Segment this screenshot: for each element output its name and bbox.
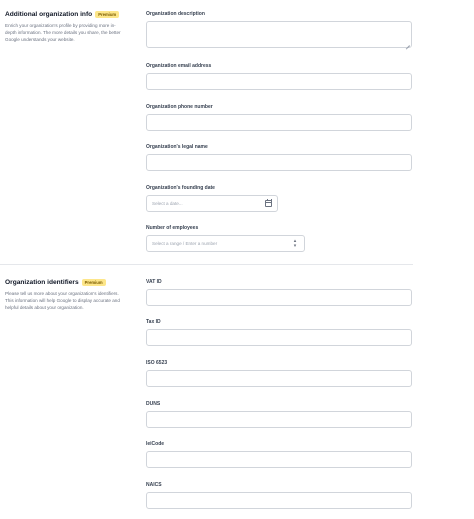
org-description-textarea[interactable]	[146, 21, 412, 48]
org-description-label: Organization description	[146, 11, 205, 17]
employees-placeholder: Select a range / Enter a number	[152, 241, 218, 246]
duns-label: DUNS	[146, 401, 161, 407]
section-description-identifiers: Please tell us more about your organizat…	[5, 291, 120, 310]
founding-date-label: Organization's founding date	[146, 185, 215, 191]
resize-handle-icon[interactable]	[405, 41, 410, 46]
premium-badge: Premium	[95, 11, 120, 18]
founding-date-placeholder: Select a date...	[152, 201, 183, 206]
section-title-text: Additional organization info	[5, 11, 93, 18]
premium-badge: Premium	[81, 279, 106, 286]
vat-id-input[interactable]	[146, 289, 412, 306]
chevron-updown-icon: ▴ ▾	[293, 238, 297, 249]
email-label: Organization email address	[146, 63, 212, 69]
naics-input[interactable]	[146, 492, 412, 509]
duns-input[interactable]	[146, 411, 412, 428]
email-input[interactable]	[146, 73, 412, 90]
legal-name-label: Organization's legal name	[146, 144, 208, 150]
naics-label: NAICS	[146, 482, 162, 488]
tax-id-input[interactable]	[146, 329, 412, 346]
tax-id-label: Tax ID	[146, 319, 161, 325]
iso-6523-label: ISO 6523	[146, 360, 168, 366]
leicode-input[interactable]	[146, 451, 412, 468]
section-divider	[0, 264, 413, 265]
vat-id-label: VAT ID	[146, 279, 162, 285]
section-description-additional-info: Enrich your organization's profile by pr…	[5, 23, 121, 42]
employees-label: Number of employees	[146, 225, 199, 231]
leicode-label: leiCode	[146, 441, 165, 447]
phone-label: Organization phone number	[146, 104, 213, 110]
calendar-icon[interactable]	[265, 199, 272, 207]
legal-name-input[interactable]	[146, 154, 412, 171]
section-title-identifiers: Organization identifiers Premium	[5, 279, 106, 286]
phone-input[interactable]	[146, 114, 412, 131]
section-title-additional-info: Additional organization info Premium	[5, 11, 120, 18]
section-title-text: Organization identifiers	[5, 279, 79, 286]
founding-date-input[interactable]: Select a date...	[146, 195, 278, 212]
employees-select[interactable]: Select a range / Enter a number ▴ ▾	[146, 235, 305, 252]
iso-6523-input[interactable]	[146, 370, 412, 387]
